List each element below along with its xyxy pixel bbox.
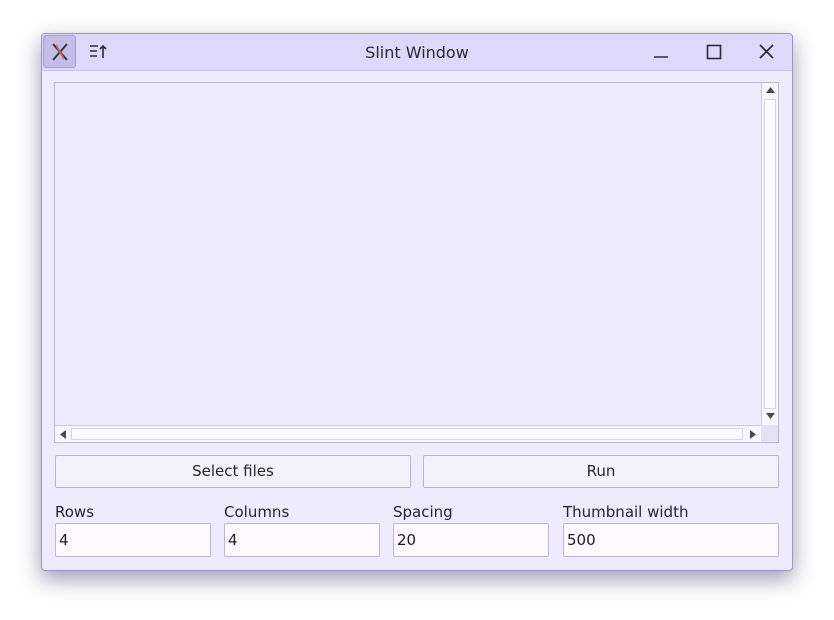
- scrollbar-corner: [761, 425, 778, 442]
- maximize-button[interactable]: [703, 42, 725, 64]
- arrow-right-icon: [750, 430, 756, 439]
- minimize-button[interactable]: [650, 42, 672, 64]
- arrow-up-icon: [766, 87, 775, 93]
- image-grid-scroll-area[interactable]: [54, 82, 779, 443]
- columns-label: Columns: [224, 503, 290, 521]
- vertical-scrollbar[interactable]: [761, 83, 778, 425]
- minimize-icon: [654, 56, 668, 58]
- select-files-button[interactable]: Select files: [55, 455, 411, 488]
- close-button[interactable]: [756, 42, 778, 64]
- window-title: Slint Window: [365, 43, 469, 62]
- thumbnail-width-input[interactable]: [563, 523, 779, 557]
- thumbnail-width-label: Thumbnail width: [563, 503, 689, 521]
- horizontal-scrollbar[interactable]: [55, 425, 761, 442]
- spacing-label: Spacing: [393, 503, 453, 521]
- horizontal-scroll-thumb[interactable]: [71, 428, 743, 440]
- columns-input[interactable]: [224, 523, 380, 557]
- rows-label: Rows: [55, 503, 95, 521]
- slint-app-icon: [52, 43, 68, 61]
- app-window: Slint Window Select files Run Rows Colum…: [41, 33, 793, 571]
- rows-input[interactable]: [55, 523, 211, 557]
- title-bar[interactable]: Slint Window: [42, 34, 792, 71]
- close-icon: [759, 44, 774, 59]
- arrow-down-icon: [766, 413, 775, 419]
- spacing-input[interactable]: [393, 523, 549, 557]
- scroll-right-button[interactable]: [745, 426, 761, 443]
- arrow-left-icon: [60, 430, 66, 439]
- scroll-left-button[interactable]: [55, 426, 71, 443]
- vertical-scroll-thumb[interactable]: [764, 99, 776, 409]
- scroll-down-button[interactable]: [762, 409, 779, 425]
- sort-menu-icon: [90, 44, 107, 58]
- maximize-icon: [706, 44, 722, 60]
- window-menu-button[interactable]: [88, 42, 108, 62]
- app-menu-button[interactable]: [43, 35, 76, 68]
- scroll-up-button[interactable]: [762, 83, 779, 99]
- run-button[interactable]: Run: [423, 455, 779, 488]
